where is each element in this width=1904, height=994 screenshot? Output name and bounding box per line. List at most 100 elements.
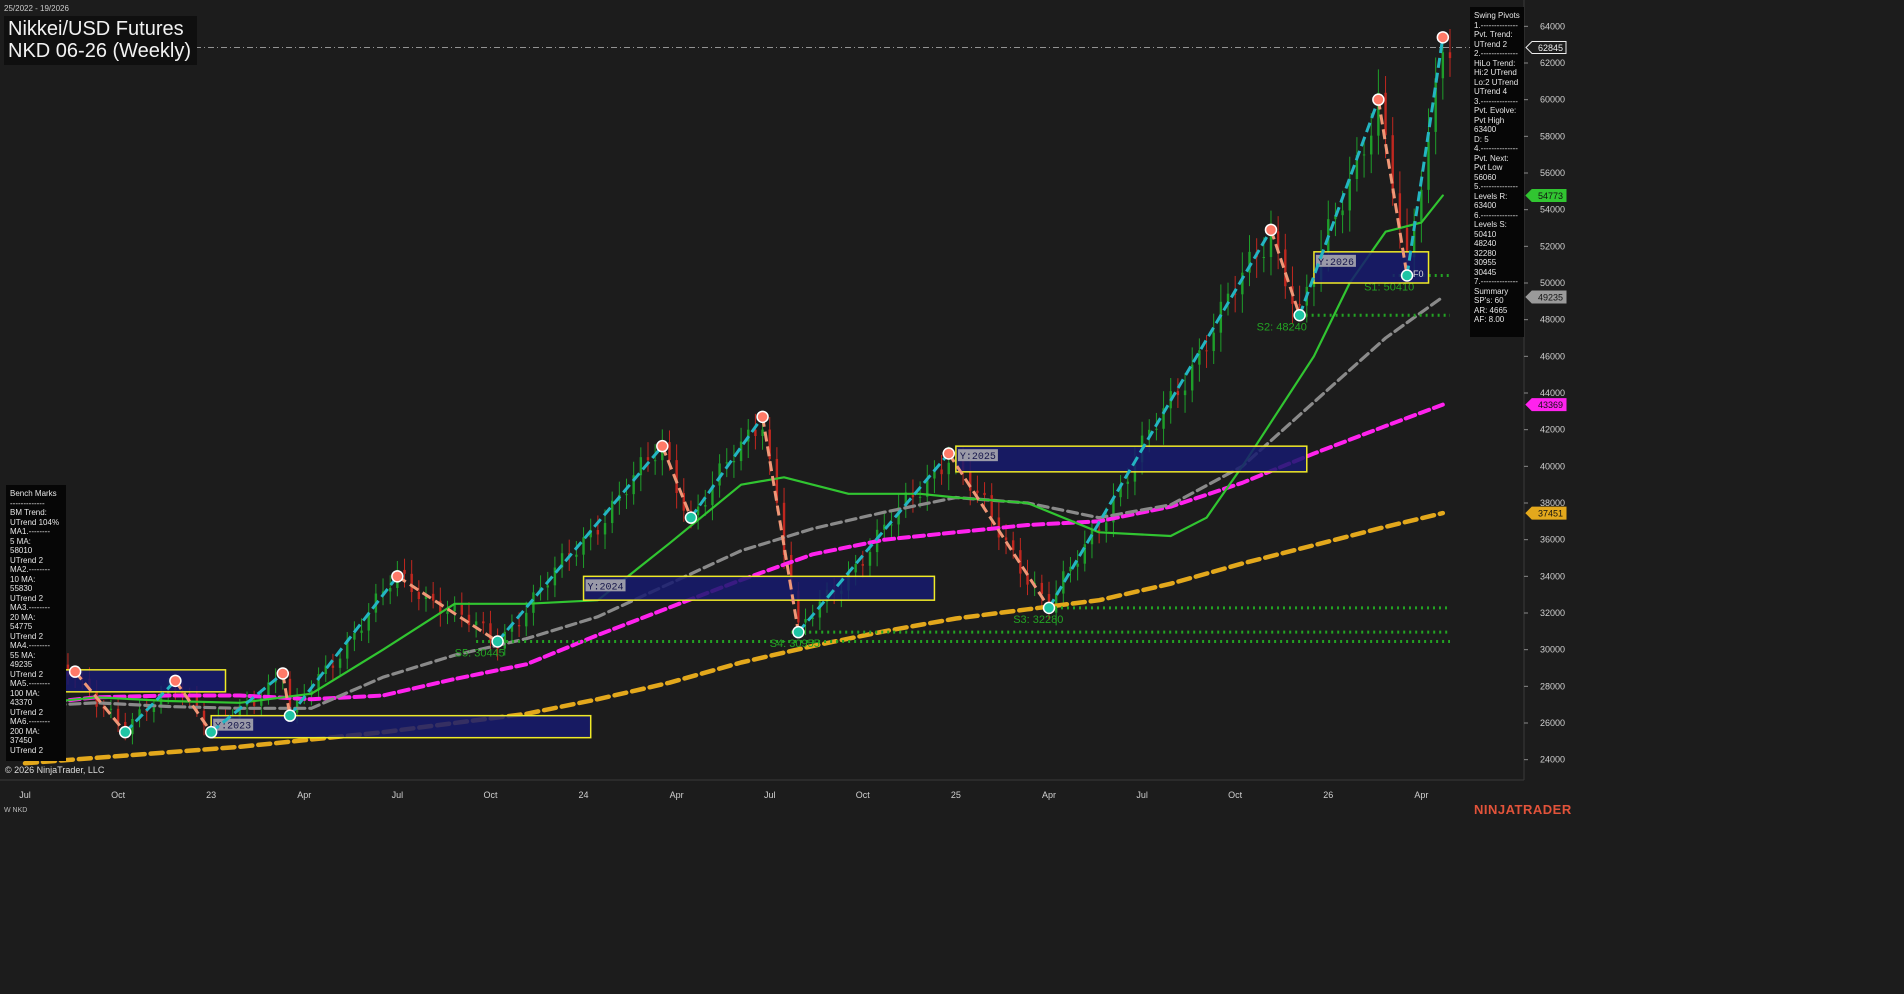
candle-body <box>1183 390 1187 396</box>
time-tick-label: Jul <box>392 790 404 800</box>
panel-line: MA1.-------- <box>10 527 50 536</box>
candle-body <box>582 537 585 555</box>
time-tick-label: 25 <box>951 790 961 800</box>
price-marker-label: 54773 <box>1538 191 1563 201</box>
panel-line: 32280 <box>1474 248 1497 258</box>
candle-body <box>1040 582 1044 595</box>
candle-body <box>868 552 872 566</box>
candle-body <box>1448 52 1452 59</box>
panel-line: Pvt. Trend: <box>1474 30 1513 39</box>
candle-body <box>646 457 650 461</box>
candle-body <box>152 707 156 713</box>
time-tick-label: 26 <box>1323 790 1333 800</box>
price-tick-label: 38000 <box>1540 498 1565 508</box>
price-tick-label: 26000 <box>1540 718 1565 728</box>
panel-line: Levels R: <box>1474 191 1508 201</box>
candle-body <box>1054 593 1058 613</box>
candle-body <box>252 701 256 706</box>
panel-line: BM Trend: <box>10 508 47 517</box>
time-tick-label: 24 <box>579 790 589 800</box>
panel-line: 5.-------------- <box>1474 182 1518 191</box>
pivot-low-marker <box>1293 309 1306 322</box>
price-tick-label: 60000 <box>1540 95 1565 105</box>
pivot-high-marker <box>656 439 669 453</box>
candle-body <box>1011 540 1015 551</box>
candle-body <box>446 611 449 614</box>
candle-body <box>116 708 120 722</box>
panel-line: 58010 <box>10 546 33 555</box>
panel-line: Levels S: <box>1474 220 1507 229</box>
panel-line: MA5.-------- <box>10 679 50 688</box>
price-tick-label: 36000 <box>1540 535 1565 545</box>
pivot-high-marker <box>276 667 290 680</box>
support-label: S2: 48240 <box>1257 321 1307 333</box>
price-tick-label: 46000 <box>1540 351 1565 361</box>
candle-body <box>990 495 993 518</box>
panel-line: AR: 4665 <box>1474 305 1508 315</box>
panel-line: 37450 <box>10 736 33 745</box>
pivot-high-marker <box>169 674 182 688</box>
candle-body <box>353 632 356 640</box>
panel-line: MA6.-------- <box>10 717 50 726</box>
panel-line: UTrend 2 <box>10 745 44 755</box>
pivot-low-marker <box>1400 269 1414 282</box>
panel-line: ------------- <box>10 498 45 508</box>
pivot-high-marker <box>942 447 955 460</box>
pivot-low-marker <box>684 511 698 524</box>
candle-body <box>804 618 807 623</box>
candle-body <box>1105 522 1108 532</box>
chart-subtitle: NKD 06-26 (Weekly) <box>8 40 192 62</box>
time-tick-label: Jul <box>19 790 31 800</box>
price-tick-label: 42000 <box>1540 425 1565 435</box>
price-tick-label: 58000 <box>1540 131 1565 141</box>
candle-body <box>410 573 413 593</box>
candle-body <box>947 462 950 475</box>
price-tick-label: 54000 <box>1540 205 1565 215</box>
pivot-low-marker <box>792 625 805 639</box>
ninjatrader-logo: NINJATRADER <box>1474 802 1572 817</box>
panel-line: UTrend 2 <box>1474 39 1508 49</box>
pivot-high-marker <box>68 665 82 678</box>
panel-line: 20 MA: <box>10 612 36 622</box>
panel-line: UTrend 2 <box>10 555 44 565</box>
candle-body <box>1362 154 1366 156</box>
candle-body <box>1341 210 1344 216</box>
panel-line: 30445 <box>1474 267 1497 277</box>
panel-line: Swing Pivots <box>1474 11 1520 20</box>
pivot-high-marker <box>756 410 769 424</box>
pivot-low-marker <box>119 725 132 739</box>
price-marker-label: 49235 <box>1538 293 1563 303</box>
year-box-label: Y:2024 <box>588 582 624 593</box>
date-range: 25/2022 - 19/2026 <box>4 4 69 13</box>
panel-line: 49235 <box>10 660 33 669</box>
candle-body <box>596 529 600 535</box>
panel-line: 50410 <box>1474 229 1497 239</box>
price-marker-label: 37451 <box>1538 509 1563 519</box>
panel-line: Pvt Low <box>1474 163 1503 172</box>
candle-body <box>1198 350 1201 365</box>
panel-line: D: 5 <box>1474 134 1489 144</box>
panel-line: HiLo Trend: <box>1474 58 1516 68</box>
price-tick-label: 28000 <box>1540 681 1565 691</box>
f0-label: F0 <box>1413 269 1424 279</box>
price-tick-label: 24000 <box>1540 755 1565 765</box>
price-chart[interactable]: S1: 50410S2: 48240S3: 32280S4: 30955S5: … <box>0 0 1568 818</box>
pivot-low-marker <box>491 635 504 648</box>
bench-marks-panel: Bench Marks ------------- BM Trend: UTrend … <box>6 485 66 761</box>
candle-body <box>546 585 549 588</box>
time-tick-label: 23 <box>206 790 216 800</box>
panel-line: 63400 <box>1474 201 1497 210</box>
year-box-label: Y:2025 <box>960 452 996 463</box>
candle-body <box>918 496 922 498</box>
time-tick-label: Oct <box>483 790 498 800</box>
time-tick-label: Oct <box>856 790 871 800</box>
panel-line: UTrend 4 <box>1474 87 1508 96</box>
panel-line: 54775 <box>10 622 33 631</box>
candle-body <box>460 604 464 615</box>
candle-body <box>1155 428 1158 430</box>
panel-line: 1.-------------- <box>1474 20 1518 30</box>
price-tick-label: 64000 <box>1540 21 1565 31</box>
panel-line: Pvt. Evolve: <box>1474 106 1517 115</box>
time-tick-label: Apr <box>1414 790 1428 800</box>
panel-line: 63400 <box>1474 125 1497 134</box>
